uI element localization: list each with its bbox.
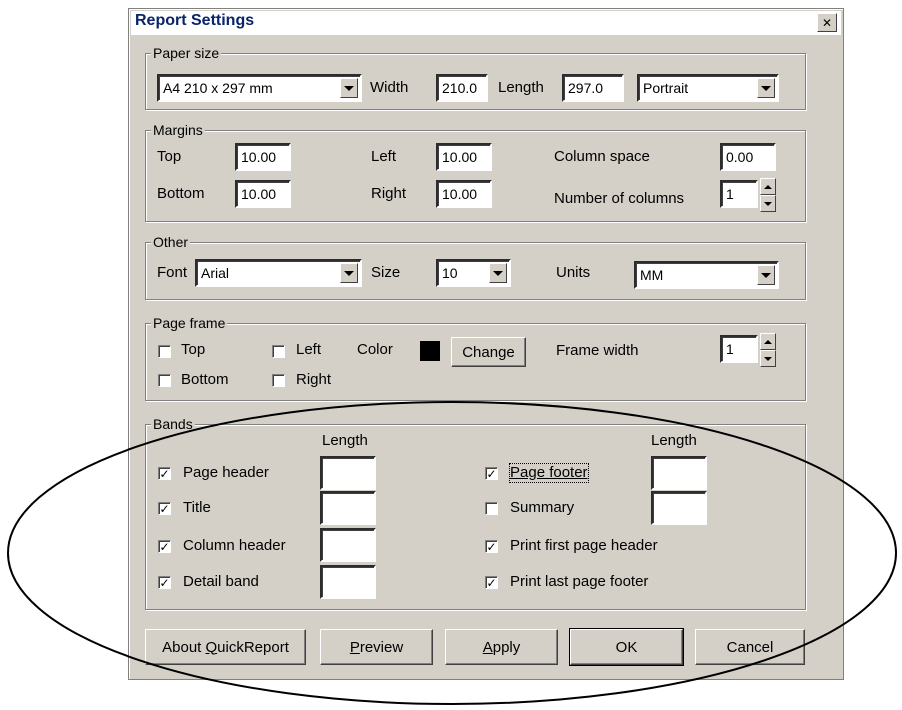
annotation-ellipse [7,401,897,705]
annotation-overlay [7,401,897,705]
